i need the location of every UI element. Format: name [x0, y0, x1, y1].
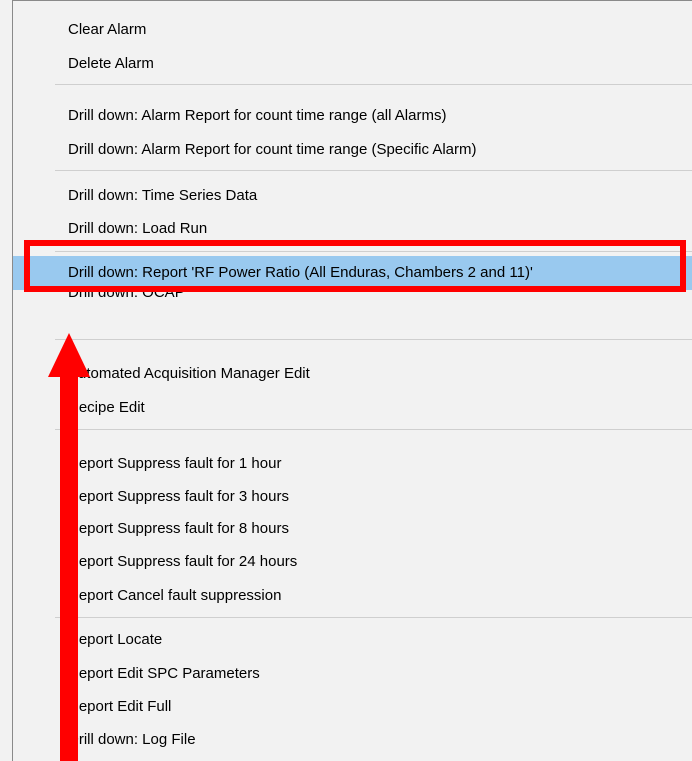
annotation-arrow-icon	[48, 333, 90, 761]
